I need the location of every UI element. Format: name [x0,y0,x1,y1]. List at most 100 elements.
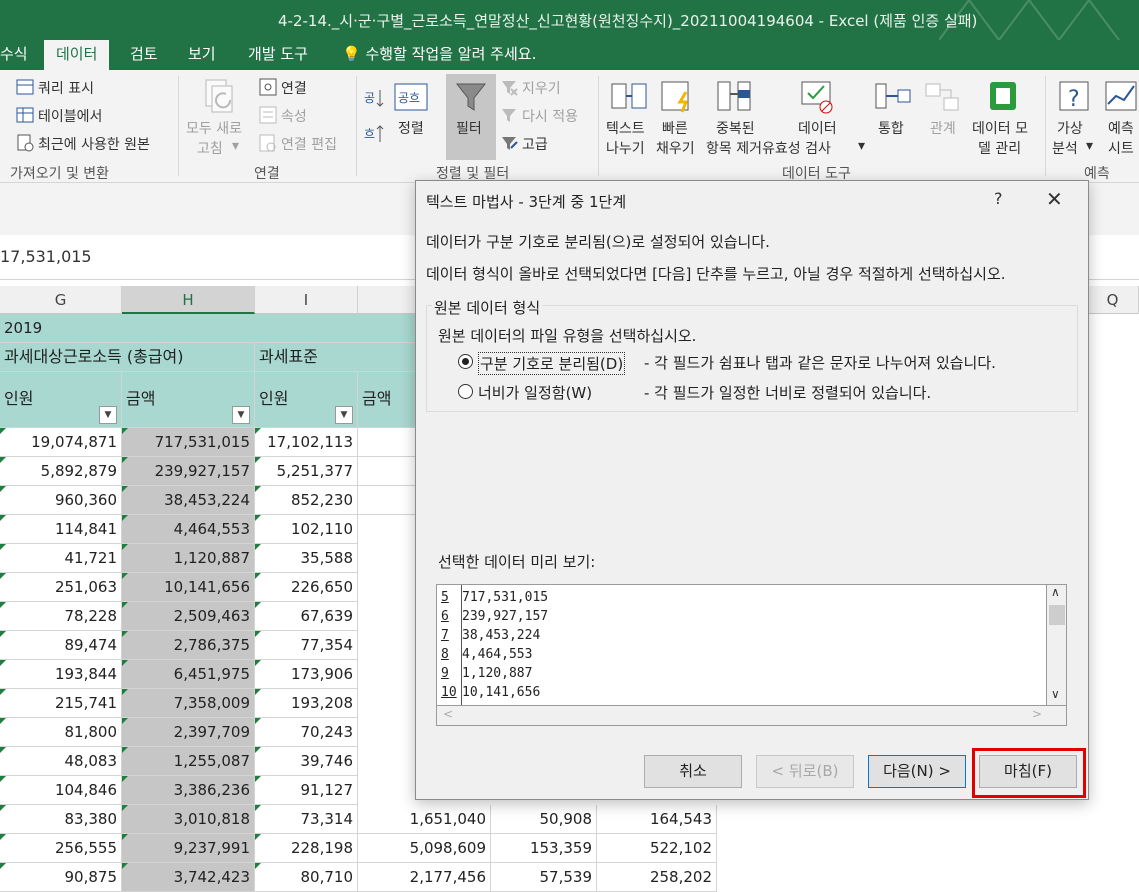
cell-headcount[interactable]: 256,555 [0,834,122,863]
column-header-g[interactable]: G [0,286,122,314]
delimited-label[interactable]: 구분 기호로 분리됨(D) [478,352,626,375]
cell-base-headcount[interactable]: 70,243 [255,718,358,747]
cell-amount[interactable]: 3,010,818 [122,805,255,834]
cell-base-headcount[interactable]: 91,127 [255,776,358,805]
tab-developer[interactable]: 개발 도구 [238,40,318,70]
cell-base-headcount[interactable]: 226,650 [255,573,358,602]
text-to-columns-label-1[interactable]: 텍스트 [606,118,645,138]
cell-amount[interactable]: 1,255,087 [122,747,255,776]
cell-headcount[interactable]: 83,380 [0,805,122,834]
chevron-down-icon[interactable]: ∨ [1051,687,1060,701]
show-queries-button[interactable]: 쿼리 표시 [38,78,94,98]
data-preview[interactable]: 5 717,531,015 6 239,927,157 7 38,453,224 8 4,46… [436,584,1047,706]
cell-value[interactable]: 522,102 [597,834,717,863]
cell-headcount[interactable]: 5,892,879 [0,457,122,486]
data-validation-label-1[interactable]: 데이터 [798,118,837,138]
cell-base-headcount[interactable]: 73,314 [255,805,358,834]
fixed-width-radio[interactable] [458,384,473,399]
tab-review[interactable]: 검토 [120,40,168,70]
data-model-label-2[interactable]: 델 관리 [978,138,1021,158]
tab-view[interactable]: 보기 [178,40,226,70]
cell-amount[interactable]: 2,786,375 [122,631,255,660]
cell-headcount[interactable]: 960,360 [0,486,122,515]
column-header-i[interactable]: I [255,286,358,314]
data-validation-label-2[interactable]: 유효성 검사 [762,138,831,158]
cell-base-headcount[interactable]: 77,354 [255,631,358,660]
cell-amount[interactable]: 239,927,157 [122,457,255,486]
cell-headcount[interactable]: 215,741 [0,689,122,718]
cell-base-amount[interactable]: 5,098,609 [358,834,491,863]
cell-base-headcount[interactable]: 852,230 [255,486,358,515]
column-header-q[interactable]: Q [1087,286,1139,314]
reapply-button[interactable]: 다시 적용 [522,106,578,126]
cell-base-amount[interactable]: 1,651,040 [358,805,491,834]
sort-button[interactable]: 정렬 [398,118,424,138]
text-to-columns-label-2[interactable]: 나누기 [606,138,645,158]
tell-me-box[interactable]: 💡 수행할 작업을 알려 주세요. [332,40,546,70]
cell-amount[interactable]: 9,237,991 [122,834,255,863]
properties-button[interactable]: 속성 [281,106,307,126]
refresh-all-label-2[interactable]: 고침 [197,138,223,158]
preview-horizontal-scrollbar[interactable]: < > [436,706,1067,726]
advanced-button[interactable]: 고급 [522,134,548,154]
delimited-radio[interactable] [458,354,473,369]
year-cell[interactable]: 2019 [0,314,420,343]
chevron-up-icon[interactable]: ∧ [1051,585,1060,599]
data-model-label-1[interactable]: 데이터 모 [972,118,1028,138]
cell-base-headcount[interactable]: 5,251,377 [255,457,358,486]
header-amount[interactable]: 금액 [358,372,420,428]
cell-amount[interactable]: 717,531,015 [122,428,255,457]
cell-amount[interactable]: 6,451,975 [122,660,255,689]
relationships-button[interactable]: 관계 [930,118,956,138]
cell-value[interactable]: 57,539 [491,863,597,892]
chevron-right-icon[interactable]: > [1032,707,1042,721]
flash-fill-label-1[interactable]: 빠른 [662,118,688,138]
tab-data[interactable]: 데이터 [44,40,110,70]
remove-duplicates-label-1[interactable]: 중복된 [716,118,755,138]
cell-headcount[interactable]: 78,228 [0,602,122,631]
cell-value[interactable]: 258,202 [597,863,717,892]
cell-base-headcount[interactable]: 228,198 [255,834,358,863]
tax-base-header[interactable]: 과세표준 [255,343,420,372]
remove-duplicates-label-2[interactable]: 항목 제거 [706,138,762,158]
cell-base-headcount[interactable]: 173,906 [255,660,358,689]
close-icon[interactable]: ✕ [1046,187,1063,211]
back-button[interactable]: < 뒤로(B) [756,755,854,788]
cell-headcount[interactable]: 90,875 [0,863,122,892]
filter-button[interactable]: 필터 [446,74,496,160]
cell-value[interactable]: 50,908 [491,805,597,834]
cell-base-headcount[interactable]: 17,102,113 [255,428,358,457]
forecast-sheet-label-1[interactable]: 예측 [1108,118,1134,138]
edit-links-button[interactable]: 연결 편집 [281,134,337,154]
cell-headcount[interactable]: 114,841 [0,515,122,544]
cancel-button[interactable]: 취소 [644,755,742,788]
filter-dropdown-icon[interactable]: ▼ [99,406,117,424]
consolidate-button[interactable]: 통합 [878,118,904,138]
header-headcount[interactable]: 인원 ▼ [255,372,358,428]
fixed-width-label[interactable]: 너비가 일정함(W) [478,382,592,403]
header-headcount[interactable]: 인원 ▼ [0,372,122,428]
cell-headcount[interactable]: 41,721 [0,544,122,573]
cell-base-headcount[interactable]: 193,208 [255,689,358,718]
cell-base-headcount[interactable]: 67,639 [255,602,358,631]
cell-amount[interactable]: 2,509,463 [122,602,255,631]
scrollbar-thumb[interactable] [1049,605,1065,625]
preview-vertical-scrollbar[interactable]: ∧ ∨ [1047,584,1067,706]
clear-button[interactable]: 지우기 [522,78,561,98]
cell-value[interactable]: 164,543 [597,805,717,834]
help-button[interactable]: ? [994,189,1003,208]
cell-value[interactable]: 153,359 [491,834,597,863]
chevron-left-icon[interactable]: < [443,707,453,721]
recent-sources-button[interactable]: 최근에 사용한 원본 [38,134,150,154]
filter-dropdown-icon[interactable]: ▼ [232,406,250,424]
cell-amount[interactable]: 1,120,887 [122,544,255,573]
refresh-all-label-1[interactable]: 모두 새로 [186,118,242,138]
cell-headcount[interactable]: 104,846 [0,776,122,805]
cell-headcount[interactable]: 19,074,871 [0,428,122,457]
cell-base-amount[interactable]: 2,177,456 [358,863,491,892]
forecast-sheet-label-2[interactable]: 시트 [1108,138,1134,158]
cell-headcount[interactable]: 89,474 [0,631,122,660]
from-table-button[interactable]: 테이블에서 [38,106,102,126]
cell-amount[interactable]: 4,464,553 [122,515,255,544]
tab-formulas[interactable]: 수식 [0,40,38,70]
